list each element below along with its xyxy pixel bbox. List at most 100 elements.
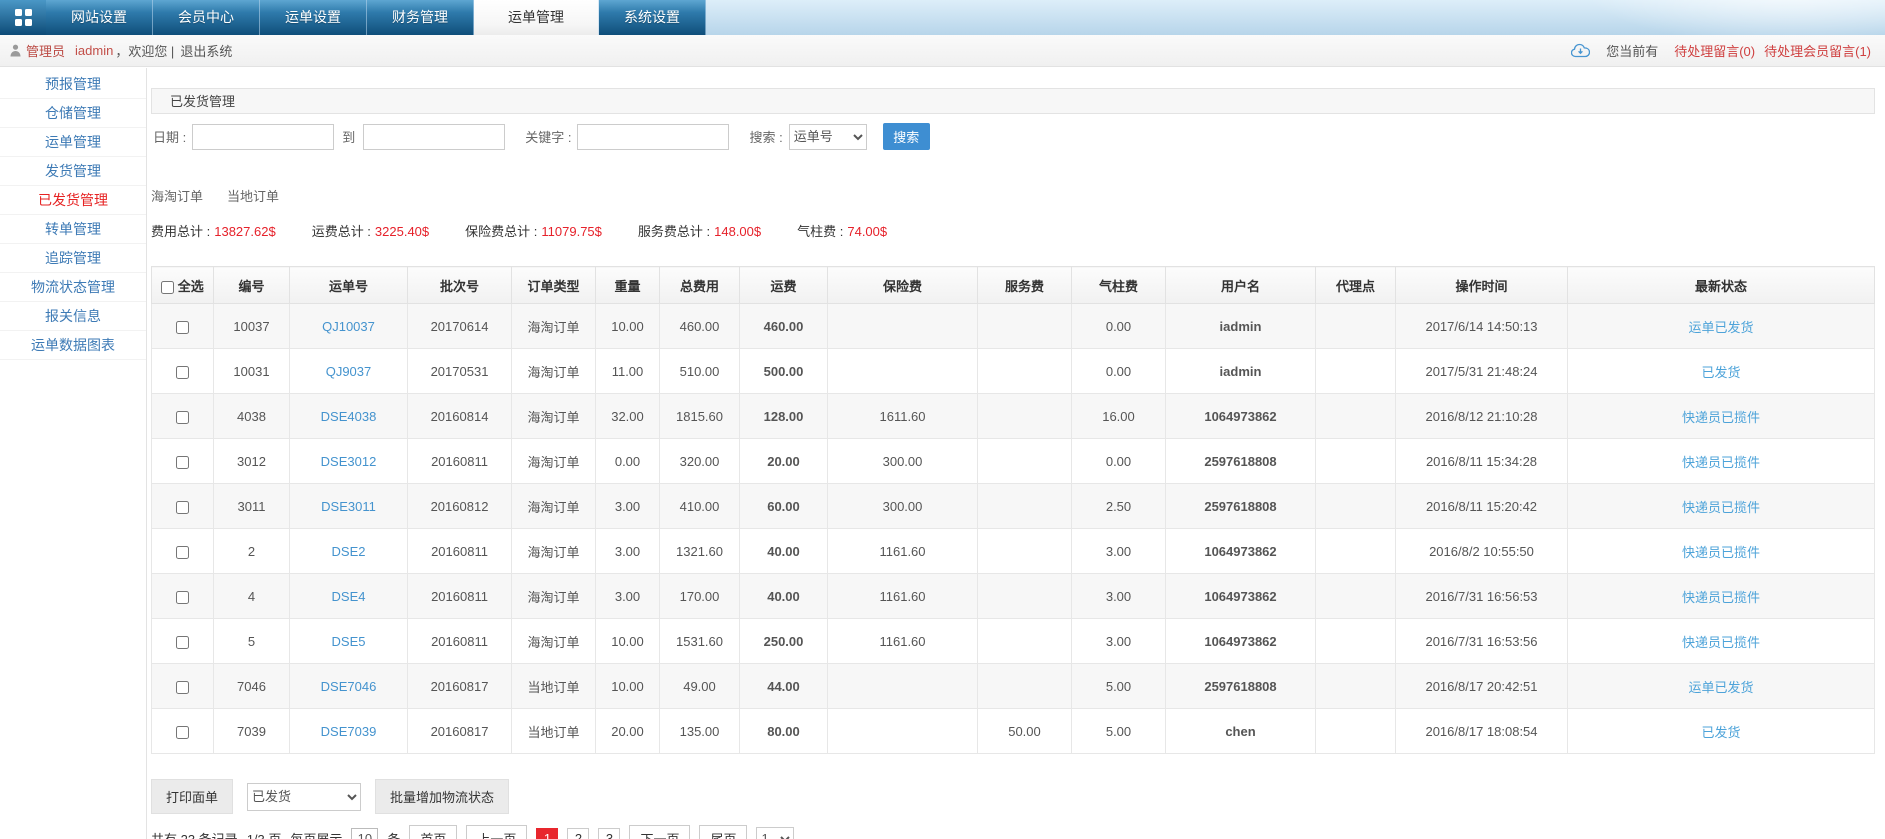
- nav-tab[interactable]: 运单管理: [474, 0, 599, 35]
- sidebar-item[interactable]: 仓储管理: [0, 99, 146, 128]
- page-number-button[interactable]: 3: [598, 827, 621, 839]
- row-select-cell: [151, 438, 214, 484]
- search-type-select[interactable]: 运单号: [788, 123, 867, 150]
- waybill-cell: DSE7046: [289, 663, 408, 709]
- waybill-link[interactable]: DSE4038: [321, 409, 377, 424]
- status-link[interactable]: 快递员已揽件: [1682, 500, 1760, 515]
- row-checkbox[interactable]: [176, 320, 189, 334]
- waybill-link[interactable]: DSE3011: [321, 499, 376, 514]
- agent-cell: [1315, 393, 1396, 439]
- order-tab[interactable]: 海淘订单: [151, 186, 203, 205]
- sidebar-item[interactable]: 报关信息: [0, 302, 146, 331]
- pending-message-link[interactable]: 待处理会员留言(1): [1764, 41, 1871, 60]
- waybill-link[interactable]: DSE4: [332, 589, 366, 604]
- agent-cell: [1315, 708, 1396, 754]
- status-link[interactable]: 快递员已揽件: [1682, 410, 1760, 425]
- row-checkbox[interactable]: [176, 455, 189, 469]
- records-total-text: 共有 23 条记录: [151, 829, 238, 839]
- status-link[interactable]: 已发货: [1701, 725, 1740, 740]
- row-checkbox[interactable]: [176, 365, 189, 379]
- logistics-status-select[interactable]: 已发货: [247, 782, 362, 811]
- batch-cell: 20160811: [407, 528, 512, 574]
- batch-add-logistics-button[interactable]: 批量增加物流状态: [375, 779, 510, 814]
- keyword-input[interactable]: [577, 123, 730, 150]
- select-all-checkbox[interactable]: [161, 280, 175, 294]
- nav-tab[interactable]: 会员中心: [153, 0, 260, 35]
- nav-tab[interactable]: 运单设置: [260, 0, 367, 35]
- select-all-header: 全选: [151, 266, 214, 304]
- date-to-input[interactable]: [363, 123, 506, 150]
- last-page-button[interactable]: 尾页: [699, 825, 748, 839]
- pending-message-link[interactable]: 待处理留言(0): [1674, 41, 1755, 60]
- status-link[interactable]: 快递员已揽件: [1682, 545, 1760, 560]
- waybill-link[interactable]: QJ10037: [322, 319, 375, 334]
- first-page-button[interactable]: 首页: [409, 825, 458, 839]
- status-link[interactable]: 已发货: [1701, 365, 1740, 380]
- row-checkbox[interactable]: [176, 545, 189, 559]
- waybill-link[interactable]: DSE7046: [321, 679, 377, 694]
- insurance_fee-cell: 1161.60: [827, 573, 978, 619]
- nav-tab[interactable]: 系统设置: [599, 0, 706, 35]
- page-number-list: 123: [536, 827, 621, 839]
- sidebar-item[interactable]: 物流状态管理: [0, 273, 146, 302]
- logout-link[interactable]: 退出系统: [180, 41, 232, 60]
- next-page-button[interactable]: 下一页: [629, 825, 691, 839]
- row-checkbox[interactable]: [176, 725, 189, 739]
- row-checkbox[interactable]: [176, 635, 189, 649]
- row-checkbox[interactable]: [176, 590, 189, 604]
- status-link[interactable]: 快递员已揽件: [1682, 455, 1760, 470]
- row-checkbox[interactable]: [176, 500, 189, 514]
- waybill-link[interactable]: DSE7039: [321, 724, 377, 739]
- waybill-link[interactable]: QJ9037: [326, 364, 372, 379]
- total-item: 保险费总计 :11079.75$: [465, 221, 602, 240]
- status-link[interactable]: 运单已发货: [1688, 320, 1753, 335]
- username-cell: 1064973862: [1165, 393, 1316, 439]
- per-page-input[interactable]: [351, 828, 379, 839]
- sidebar-item[interactable]: 预报管理: [0, 70, 146, 99]
- status-link[interactable]: 运单已发货: [1688, 680, 1753, 695]
- gas_fee-cell: 5.00: [1071, 663, 1166, 709]
- sidebar-item[interactable]: 运单管理: [0, 128, 146, 157]
- sidebar-item[interactable]: 运单数据图表: [0, 331, 146, 360]
- sidebar-item[interactable]: 追踪管理: [0, 244, 146, 273]
- id-cell: 3011: [213, 483, 290, 529]
- print-label-button[interactable]: 打印面单: [151, 779, 234, 814]
- status-cell: 快递员已揽件: [1567, 573, 1875, 619]
- waybill-link[interactable]: DSE3012: [321, 454, 377, 469]
- total-label: 气柱费 :: [797, 224, 844, 239]
- service_fee-cell: [977, 573, 1072, 619]
- status-link[interactable]: 快递员已揽件: [1682, 635, 1760, 650]
- search-button[interactable]: 搜索: [882, 123, 930, 150]
- order-tab[interactable]: 当地订单: [227, 186, 279, 205]
- sidebar-item[interactable]: 已发货管理: [0, 186, 146, 215]
- nav-tab[interactable]: 财务管理: [367, 0, 474, 35]
- page-number-button[interactable]: 2: [567, 827, 590, 839]
- table-row: 10037 QJ10037 20170614 海淘订单 10.00 460.00 460.0…: [151, 303, 1875, 349]
- table-row: 4038 DSE4038 20160814 海淘订单 32.00 1815.60 128.0…: [151, 393, 1875, 439]
- nav-tab[interactable]: 网站设置: [46, 0, 153, 35]
- per-page-unit-label: 条: [387, 829, 400, 839]
- batch-cell: 20170614: [407, 303, 512, 349]
- sidebar-item[interactable]: 转单管理: [0, 215, 146, 244]
- gas_fee-cell: 3.00: [1071, 573, 1166, 619]
- service_fee-cell: [977, 483, 1072, 529]
- column-header: 批次号: [407, 266, 512, 304]
- waybill-cell: QJ10037: [289, 303, 408, 349]
- id-cell: 7046: [213, 663, 290, 709]
- date-from-input[interactable]: [192, 123, 335, 150]
- column-header: 服务费: [977, 266, 1072, 304]
- waybill-link[interactable]: DSE5: [332, 634, 366, 649]
- insurance_fee-cell: [827, 303, 978, 349]
- row-checkbox[interactable]: [176, 410, 189, 424]
- waybill-link[interactable]: DSE2: [332, 544, 366, 559]
- apps-grid-icon[interactable]: [0, 0, 46, 35]
- prev-page-button[interactable]: 上一页: [466, 825, 528, 839]
- page-jump-select[interactable]: 1: [756, 826, 795, 839]
- page-number-button[interactable]: 1: [536, 827, 559, 839]
- sidebar-item[interactable]: 发货管理: [0, 157, 146, 186]
- status-link[interactable]: 快递员已揽件: [1682, 590, 1760, 605]
- column-header: 代理点: [1315, 266, 1396, 304]
- column-header: 订单类型: [511, 266, 596, 304]
- row-checkbox[interactable]: [176, 680, 189, 694]
- waybill-cell: DSE4: [289, 573, 408, 619]
